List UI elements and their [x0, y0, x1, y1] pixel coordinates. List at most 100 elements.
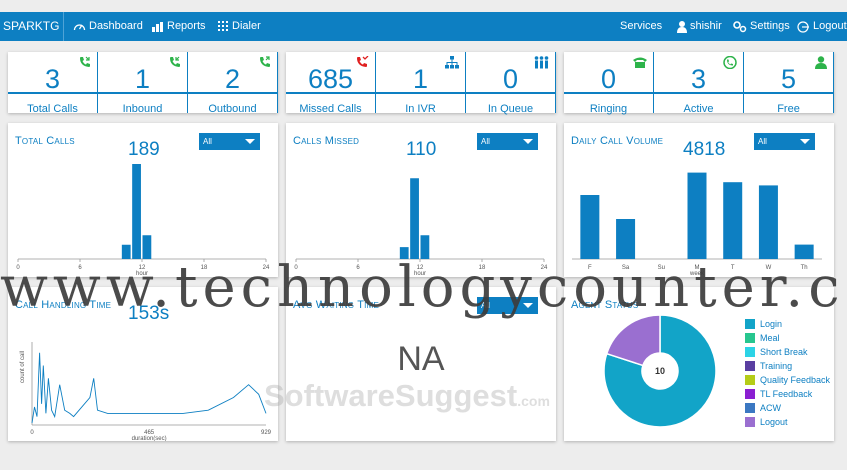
legend-swatch	[745, 347, 755, 357]
legend-item[interactable]: Meal	[745, 331, 830, 345]
nav-dashboard[interactable]: Dashboard	[73, 12, 143, 41]
nav-reports-label: Reports	[167, 20, 206, 32]
legend-label: Login	[760, 319, 783, 329]
legend-swatch	[745, 417, 755, 427]
legend-item[interactable]: Quality Feedback	[745, 373, 830, 387]
x-axis-label: duration(sec)	[132, 436, 167, 441]
stat-label: Active	[683, 103, 714, 115]
nav-dialer-label: Dialer	[232, 20, 261, 32]
logout-icon	[797, 20, 809, 33]
stat-total-calls[interactable]: 3 Total Calls	[8, 52, 98, 115]
stat-label: Outbound	[208, 103, 257, 115]
legend-item[interactable]: Short Break	[745, 345, 830, 359]
pie-center-label: 10	[655, 366, 665, 376]
stat-missed-calls[interactable]: 685 Missed Calls	[286, 52, 376, 115]
stats-group-calls: 3 Total Calls 1 Inbound 2 Outbound	[8, 52, 278, 115]
stat-inbound[interactable]: 1 Inbound	[98, 52, 188, 115]
total-calls-chart: 0 6 12 18 24hour	[16, 164, 270, 277]
stat-divider-line	[8, 92, 278, 94]
stat-value: 2	[224, 64, 241, 94]
chart-bar	[132, 164, 141, 259]
watermark-softwaresuggest-suffix: .com	[517, 393, 550, 409]
watermark-technologycounter: www.technologycounter.co	[0, 255, 847, 320]
stat-divider-line	[564, 92, 834, 94]
panel-calls-missed: Calls Missed 110 All 0 6 12 18 24 hour	[286, 123, 556, 277]
legend-label: TL Feedback	[760, 389, 813, 399]
stat-ringing[interactable]: 0 Ringing	[564, 52, 654, 115]
legend-swatch	[745, 389, 755, 399]
legend-label: Training	[760, 361, 793, 371]
legend-label: Quality Feedback	[760, 375, 831, 385]
stat-label: Inbound	[122, 103, 163, 115]
stat-label: Free	[777, 103, 800, 115]
nav-dashboard-label: Dashboard	[89, 20, 143, 32]
legend-label: Short Break	[760, 347, 808, 357]
y-axis-label: count of call	[20, 351, 26, 383]
legend-item[interactable]: Training	[745, 359, 830, 373]
nav-logout[interactable]: Logout	[797, 12, 847, 41]
legend-item[interactable]: TL Feedback	[745, 387, 830, 401]
stat-value: 685	[307, 64, 354, 94]
pie-legend: Login Meal Short Break Training Quality Feed…	[745, 317, 830, 429]
stat-label: In Queue	[487, 103, 534, 115]
nav-settings-label: Settings	[750, 20, 790, 32]
brand-logo[interactable]: SPARKTG	[0, 12, 64, 41]
nav-reports[interactable]: Reports	[152, 12, 206, 41]
x-tick-label: 929	[261, 430, 272, 436]
stat-value: 1	[134, 64, 151, 94]
stat-value: 3	[44, 64, 61, 94]
chart-bar	[410, 178, 419, 259]
legend-item[interactable]: ACW	[745, 401, 830, 415]
stat-value: 0	[502, 64, 519, 94]
chart-bar	[616, 219, 636, 259]
stat-label: In IVR	[405, 103, 436, 115]
panel-total-calls: Total Calls 189 All 0 6 12 18 24 hour	[8, 123, 278, 277]
legend-item[interactable]: Logout	[745, 415, 830, 429]
series-line	[31, 352, 267, 424]
bar-chart-icon	[152, 21, 163, 32]
stat-value: 1	[412, 64, 429, 94]
chart-bar	[580, 195, 600, 259]
legend-swatch	[745, 361, 755, 371]
legend-label: Logout	[760, 417, 788, 427]
legend-swatch	[745, 403, 755, 413]
stat-free[interactable]: 5 Free	[744, 52, 834, 115]
stat-value: 3	[690, 64, 707, 94]
legend-swatch	[745, 333, 755, 343]
nav-settings[interactable]: Settings	[733, 12, 790, 41]
gears-icon	[733, 20, 747, 32]
watermark-softwaresuggest-name: SoftwareSuggest	[264, 378, 518, 413]
nav-user[interactable]: shishir	[677, 12, 722, 41]
chart-bar	[687, 172, 707, 259]
stat-active[interactable]: 3 Active	[654, 52, 744, 115]
nav-user-label: shishir	[690, 20, 722, 32]
top-navbar: SPARKTG Dashboard Reports Dialer Service…	[0, 12, 847, 41]
nav-dialer[interactable]: Dialer	[218, 12, 261, 41]
panel-daily-volume: Daily Call Volume 4818 All F Sa Su M T W Th wee…	[564, 123, 834, 277]
stats-group-queue: 685 Missed Calls 1 In IVR 0 In Queue	[286, 52, 556, 115]
stat-value: 0	[600, 64, 617, 94]
legend-label: Meal	[760, 333, 780, 343]
stat-label: Ringing	[589, 103, 628, 115]
keypad-icon	[218, 20, 228, 31]
stats-group-agents: 0 Ringing 3 Active 5 Free	[564, 52, 834, 115]
stat-label: Missed Calls	[299, 103, 362, 115]
nav-services-label: Services	[620, 20, 663, 32]
stat-outbound[interactable]: 2 Outbound	[188, 52, 278, 115]
nav-logout-label: Logout	[813, 20, 847, 32]
stat-in-queue[interactable]: 0 In Queue	[466, 52, 556, 115]
chart-bar	[758, 185, 778, 259]
daily-volume-chart: F Sa Su M T W Thweek	[572, 172, 822, 277]
stat-in-ivr[interactable]: 1 In IVR	[376, 52, 466, 115]
stat-label: Total Calls	[27, 103, 78, 115]
nav-services[interactable]: Services	[620, 12, 662, 41]
watermark-softwaresuggest: SoftwareSuggest.com	[264, 378, 550, 414]
calls-missed-chart: 0 6 12 18 24hour	[294, 178, 548, 277]
legend-swatch	[745, 319, 755, 329]
legend-swatch	[745, 375, 755, 385]
chart-bar	[723, 182, 743, 259]
dashboard-gauge-icon	[73, 24, 86, 31]
stat-divider-line	[286, 92, 556, 94]
stat-value: 5	[780, 64, 797, 94]
x-tick-label: 0	[30, 430, 34, 436]
